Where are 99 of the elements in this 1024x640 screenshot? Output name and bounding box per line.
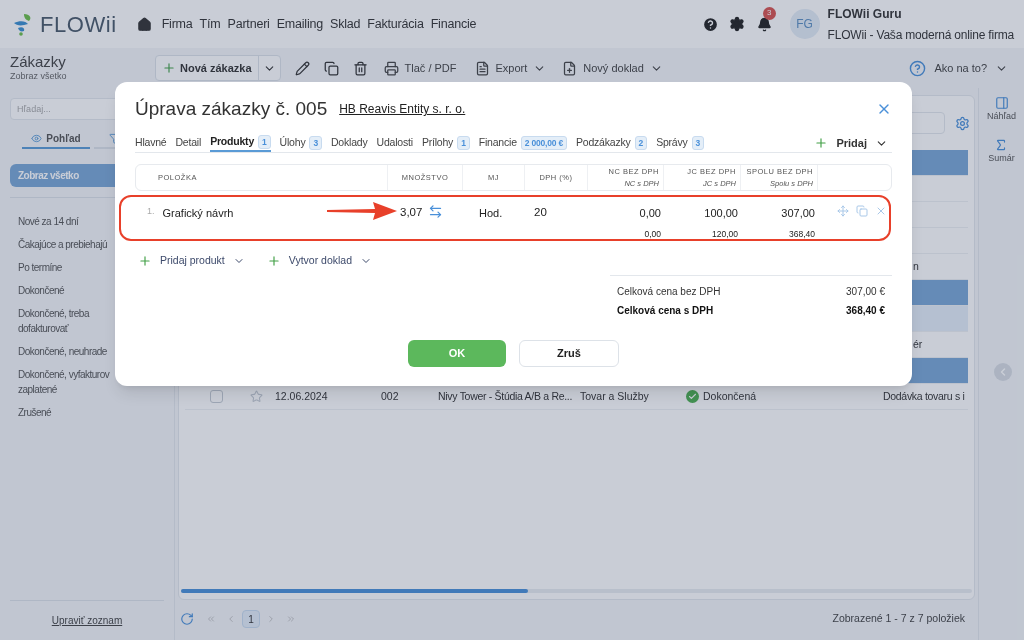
user-name: FLOWii Guru: [827, 5, 903, 23]
count-badge: 2: [634, 136, 648, 150]
dialog-tab[interactable]: Úlohy 3: [279, 134, 322, 152]
help-icon[interactable]: [701, 15, 719, 33]
table-cell-text: Tovar a Služby: [580, 388, 650, 404]
table-cell-text: Dokončená: [703, 388, 758, 404]
quantity-value: 3,07: [400, 205, 423, 220]
price-with-vat: 0,00: [644, 227, 661, 241]
dialog-tab[interactable]: Prílohy 1: [421, 134, 470, 152]
plus-icon: [266, 253, 281, 268]
page-title: Zákazky: [10, 52, 67, 70]
remove-icon[interactable]: [875, 205, 887, 217]
count-badge: 2 000,00 €: [520, 136, 567, 150]
new-order-label: Nová zákazka: [180, 60, 252, 76]
plus-icon: [138, 253, 152, 268]
sidebar-item[interactable]: Zrušené: [10, 401, 164, 424]
refresh-icon[interactable]: [180, 612, 194, 626]
dialog-tab[interactable]: Podzákazky 2: [575, 134, 648, 152]
plus-icon: [162, 61, 176, 75]
help-button[interactable]: Ako na to?: [909, 59, 1008, 77]
home-icon[interactable]: [136, 16, 152, 32]
price-value: 100,00: [704, 206, 738, 221]
row-checkbox[interactable]: [210, 390, 223, 403]
side-panel-button[interactable]: Náhľad: [986, 96, 1017, 124]
new-order-button[interactable]: Nová zákazka: [155, 55, 281, 81]
document-plus-icon: [562, 60, 578, 76]
table-cell-text: 12.06.2024: [275, 388, 329, 404]
next-page-icon[interactable]: [266, 614, 276, 624]
total-value: 307,00 €: [846, 284, 885, 299]
dialog-tab[interactable]: Správy 3: [656, 134, 705, 152]
bell-icon[interactable]: [756, 16, 772, 32]
view-tab[interactable]: Pohľad: [22, 129, 90, 149]
page-button[interactable]: 1: [242, 610, 260, 628]
edit-list-link[interactable]: Upraviť zoznam: [51, 613, 123, 628]
menu-item[interactable]: Financie: [430, 14, 477, 34]
logo-text: FLOWii: [40, 10, 117, 39]
menu-item[interactable]: Emailing: [276, 14, 324, 34]
eye-icon: [31, 132, 43, 144]
table-cell-text: Nivy Tower - Štúdia A/B a Re...: [438, 388, 574, 404]
count-badge: 3: [691, 136, 705, 150]
page-subtitle: Zobraz všetko: [10, 70, 68, 83]
menu-item[interactable]: Partneri: [227, 14, 270, 34]
edit-icon[interactable]: [294, 60, 310, 76]
dialog-tab[interactable]: Doklady: [331, 134, 368, 152]
collapse-icon[interactable]: [994, 363, 1012, 381]
count-badge: 3: [309, 136, 322, 150]
price-with-vat: 120,00: [712, 227, 738, 241]
row-number: 1.: [147, 205, 155, 218]
price-with-vat: 368,40: [789, 227, 815, 241]
star-icon[interactable]: [250, 390, 263, 403]
add-product-button[interactable]: Pridaj produkt: [138, 253, 245, 269]
menu-item[interactable]: Firma: [161, 14, 193, 34]
company-name: FLOWii - Vaša moderná online firma: [827, 26, 1014, 44]
panel-icon: [994, 96, 1009, 110]
horizontal-scrollbar[interactable]: [181, 589, 972, 593]
arrow-annotation: [327, 201, 397, 221]
customer-link[interactable]: HB Reavis Entity s. r. o.: [339, 100, 466, 118]
product-name: Grafický návrh: [162, 206, 234, 221]
pagination-summary: Zobrazené 1 - 7 z 7 položiek: [832, 611, 965, 627]
table-cell-text: 002: [381, 388, 400, 404]
dialog-tab[interactable]: Detail: [175, 134, 202, 152]
unit-value: Hod.: [479, 207, 503, 219]
total-label: Celková cena bez DPH: [617, 284, 721, 299]
previous-page-icon[interactable]: [226, 614, 236, 624]
printer-icon: [383, 60, 399, 76]
copy-icon[interactable]: [323, 60, 339, 76]
price-value: 307,00: [781, 206, 815, 221]
move-icon[interactable]: [837, 205, 849, 217]
cancel-button[interactable]: Zruš: [519, 339, 619, 367]
add-button[interactable]: Pridaj: [814, 134, 888, 152]
count-badge: 1: [258, 135, 271, 149]
table-cell-text: ér: [913, 336, 923, 352]
settings-icon[interactable]: [728, 16, 745, 32]
dialog-tab[interactable]: Udalosti: [376, 134, 413, 152]
plus-icon: [814, 136, 829, 150]
check-icon: [686, 390, 699, 403]
table-cell-text: n: [913, 258, 919, 274]
create-document-button[interactable]: Vytvor doklad: [266, 253, 373, 269]
menu-item[interactable]: Fakturácia: [367, 14, 424, 34]
vat-value: 20: [534, 206, 547, 218]
print-button[interactable]: Tlač / PDF: [383, 59, 457, 77]
count-badge: 1: [457, 136, 470, 150]
notification-badge: 3: [762, 6, 776, 20]
swap-icon[interactable]: [428, 204, 444, 219]
dialog-tab[interactable]: Produkty 1: [210, 134, 271, 152]
dialog-tab[interactable]: Hlavné: [135, 134, 167, 152]
menu-item[interactable]: Tím: [199, 14, 221, 34]
side-panel-button[interactable]: Sumár: [988, 137, 1015, 165]
export-button[interactable]: Export: [474, 59, 547, 77]
price-value: 0,00: [639, 206, 661, 221]
new-document-button[interactable]: Nový doklad: [562, 59, 663, 77]
delete-icon[interactable]: [352, 60, 368, 76]
menu-item[interactable]: Sklad: [330, 14, 361, 34]
total-label: Celková cena s DPH: [617, 303, 714, 318]
help-icon: [909, 59, 927, 77]
total-value: 368,40 €: [846, 303, 885, 318]
document-icon: [474, 60, 490, 76]
dialog-tab[interactable]: Financie 2 000,00 €: [478, 134, 567, 152]
table-cell-text: Dodávka tovaru s i: [883, 388, 965, 404]
